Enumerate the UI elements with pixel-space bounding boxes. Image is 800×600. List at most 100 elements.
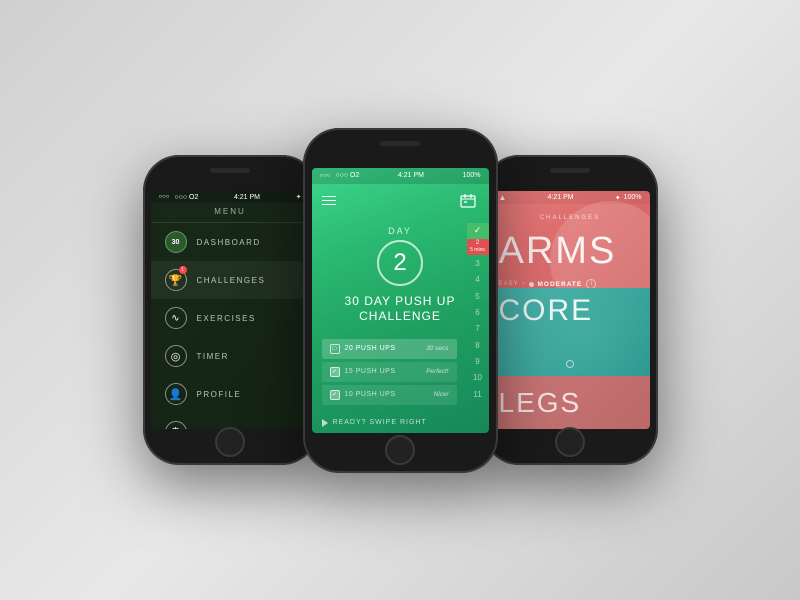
workout-name-3: 10 PUSH UPS (345, 391, 396, 398)
right-screen: ▲ 4:21 PM ✦ 100% CHALLENGES ARMS (491, 191, 650, 429)
check-icon: ✓ (474, 225, 482, 236)
settings-icon: ⚙ (165, 421, 187, 429)
calendar-icon (460, 193, 476, 209)
right-wifi: ▲ (499, 193, 507, 202)
phone-center: ○○○ ○○○ O2 4:21 PM 100% (303, 128, 498, 473)
workout-item-2[interactable]: ✓ 15 PUSH UPS Perfect! (322, 362, 457, 382)
moderate-dot (529, 282, 534, 287)
workout-name-1: 20 PUSH UPS (345, 345, 396, 352)
center-status-left: ○○○ ○○○ O2 (320, 172, 360, 179)
strip-num-11: 11 (473, 390, 481, 399)
status-right-left: ✦ (296, 193, 302, 201)
right-status-right: ✦ 100% (615, 194, 642, 202)
workout-item-3[interactable]: ✓ 10 PUSH UPS Nice! (322, 385, 457, 405)
workout-checkbox-3[interactable]: ✓ (330, 390, 340, 400)
workout-checkbox-2[interactable]: ✓ (330, 367, 340, 377)
workout-checkbox-1[interactable]: □ (330, 344, 340, 354)
carrier-name: ○○○ O2 (174, 194, 198, 201)
left-status-bar: ○○○ ○○○ O2 4:21 PM ✦ (151, 191, 310, 203)
number-strip: ✓ 25 mins 3 4 5 6 7 8 9 10 11 (467, 223, 489, 403)
strip-item-3: 3 (467, 255, 489, 271)
right-status-left: ▲ (499, 193, 507, 202)
strip-checkmark-1: ✓ (467, 223, 489, 239)
dashboard-label: DASHBOARD (197, 238, 261, 247)
legs-title: LEGS (491, 387, 590, 419)
workout-detail-2: Perfect! (426, 368, 448, 375)
center-battery: 100% (463, 172, 481, 179)
settings-label: SETTINGS (197, 428, 249, 430)
hamburger-line-1 (322, 196, 336, 198)
strip-num-6: 6 (475, 308, 479, 317)
hamburger-line-3 (322, 204, 336, 206)
sidebar-item-profile[interactable]: 👤 PROFILE (151, 375, 310, 413)
workout-name-2: 15 PUSH UPS (345, 368, 396, 375)
legs-section: LEGS (491, 376, 650, 429)
strip-item-10: 10 (467, 370, 489, 386)
sidebar-item-dashboard[interactable]: 30 DASHBOARD (151, 223, 310, 261)
diff-separator-arrow: › (523, 281, 525, 287)
workout-item-3-left: ✓ 10 PUSH UPS (330, 390, 396, 400)
center-status-right: 100% (463, 172, 481, 179)
sidebar-item-timer[interactable]: ◎ TIMER (151, 337, 310, 375)
right-time: 4:21 PM (548, 194, 574, 201)
day-label: DAY (388, 226, 412, 236)
strip-item-7: 7 (467, 321, 489, 337)
arms-section: ▲ 4:21 PM ✦ 100% CHALLENGES ARMS (491, 191, 650, 288)
hamburger-menu-button[interactable] (322, 196, 336, 206)
day-circle-area: DAY 2 30 DAY PUSH UP CHALLENGE (312, 218, 489, 335)
strip-num-5: 5 (475, 292, 479, 301)
challenge-title: 30 DAY PUSH UP CHALLENGE (325, 290, 476, 329)
strip-num-3: 3 (475, 259, 479, 268)
strip-num-4: 4 (475, 275, 479, 284)
right-phone-screen: ▲ 4:21 PM ✦ 100% CHALLENGES ARMS (491, 191, 650, 429)
core-navigation-dot (566, 360, 574, 368)
strip-num-8: 8 (475, 341, 479, 350)
strip-item-6: 6 (467, 304, 489, 320)
right-status-bar: ▲ 4:21 PM ✦ 100% (491, 191, 650, 204)
challenges-badge: 1 (179, 266, 187, 274)
phones-container: ○○○ ○○○ O2 4:21 PM ✦ MENU (143, 128, 658, 473)
play-arrow-icon (322, 419, 328, 427)
strip-item-9: 9 (467, 353, 489, 369)
strip-num-7: 7 (475, 324, 479, 333)
center-signal: ○○○ (320, 173, 331, 179)
core-section: CORE (491, 288, 650, 376)
strip-item-4: 4 (467, 272, 489, 288)
left-phone-screen: ○○○ ○○○ O2 4:21 PM ✦ MENU (151, 191, 310, 429)
bluetooth-icon: ✦ (296, 193, 302, 201)
center-phone-screen: ○○○ ○○○ O2 4:21 PM 100% (312, 168, 489, 433)
ready-text: READY? SWIPE RIGHT (333, 419, 427, 426)
sidebar-item-challenges[interactable]: 🏆 1 CHALLENGES (151, 261, 310, 299)
calendar-button[interactable] (457, 190, 479, 212)
center-status-bar: ○○○ ○○○ O2 4:21 PM 100% (312, 168, 489, 184)
signal-dots: ○○○ (159, 194, 170, 200)
menu-content: ○○○ ○○○ O2 4:21 PM ✦ MENU (151, 191, 310, 429)
phone-left: ○○○ ○○○ O2 4:21 PM ✦ MENU (143, 155, 318, 465)
workout-item-2-left: ✓ 15 PUSH UPS (330, 367, 396, 377)
dashboard-icon: 30 (165, 231, 187, 253)
profile-label: PROFILE (197, 390, 242, 399)
phone-right: ▲ 4:21 PM ✦ 100% CHALLENGES ARMS (483, 155, 658, 465)
strip-item-2: 25 mins (467, 239, 489, 255)
strip-num-10: 10 (473, 373, 482, 382)
menu-title: MENU (214, 207, 246, 216)
right-battery: 100% (624, 194, 642, 201)
sidebar-item-settings[interactable]: ⚙ SETTINGS (151, 413, 310, 429)
sidebar-item-exercises[interactable]: ∿ EXERCISES (151, 299, 310, 337)
menu-header: MENU (151, 203, 310, 223)
workout-list: □ 20 PUSH UPS 30 secs ✓ 15 PUSH UPS Perf… (312, 335, 467, 413)
profile-icon: 👤 (165, 383, 187, 405)
workout-item-1-left: □ 20 PUSH UPS (330, 344, 396, 354)
status-time-left: 4:21 PM (234, 194, 260, 201)
strip-item-5: 5 (467, 288, 489, 304)
challenges-label: CHALLENGES (197, 276, 266, 285)
timer-icon: ◎ (165, 345, 187, 367)
exercises-label: EXERCISES (197, 314, 256, 323)
center-footer: READY? SWIPE RIGHT (312, 413, 489, 433)
hamburger-line-2 (322, 200, 336, 202)
workout-item-1[interactable]: □ 20 PUSH UPS 30 secs (322, 339, 457, 359)
exercises-icon: ∿ (165, 307, 187, 329)
center-carrier: ○○○ O2 (335, 172, 359, 179)
workout-detail-3: Nice! (434, 391, 449, 398)
status-carrier-left: ○○○ ○○○ O2 (159, 194, 199, 201)
